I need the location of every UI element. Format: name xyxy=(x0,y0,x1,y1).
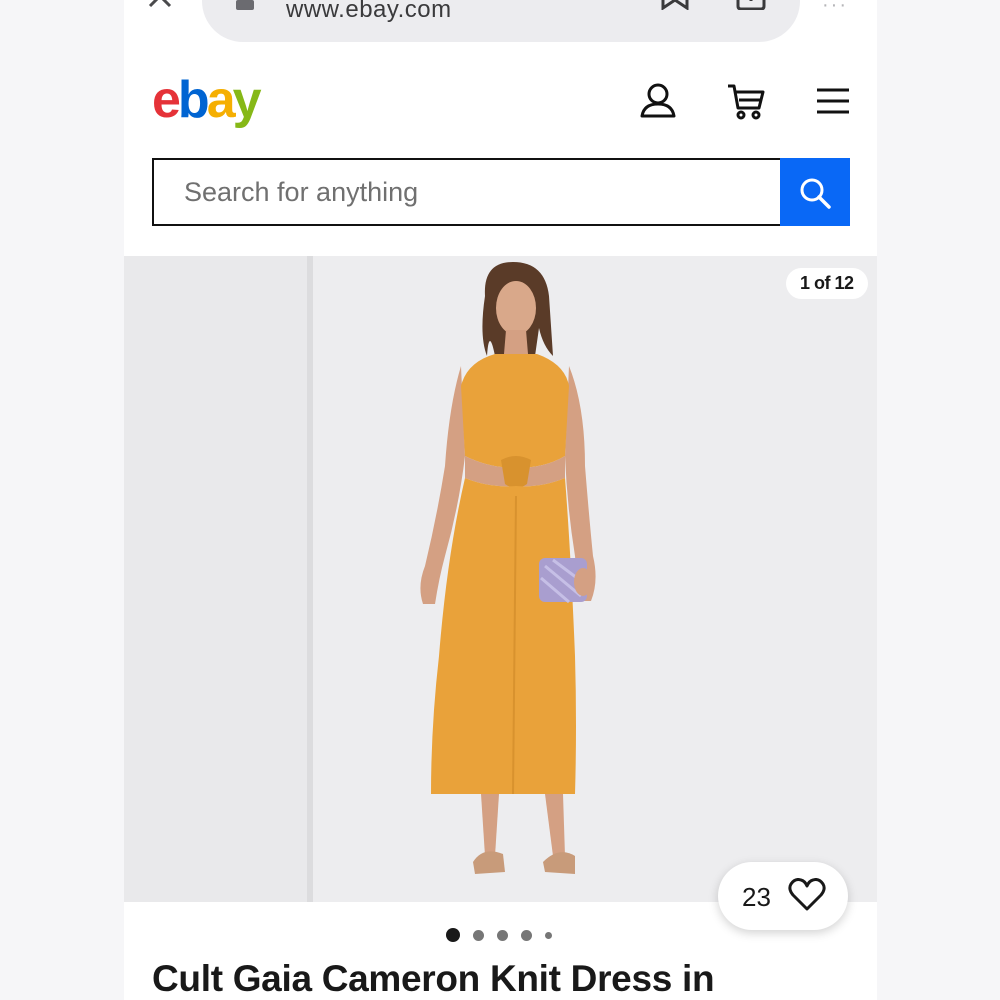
search-input[interactable] xyxy=(154,160,780,224)
background-left xyxy=(0,0,124,1000)
watch-count: 23 xyxy=(742,882,771,912)
search-button[interactable] xyxy=(780,158,850,226)
product-photo xyxy=(420,262,596,874)
image-counter-badge: 1 of 12 xyxy=(786,268,868,299)
logo-letter-a: a xyxy=(206,71,236,129)
menu-icon[interactable] xyxy=(816,88,850,114)
url-text: www.ebay.com xyxy=(286,0,452,23)
carousel-dot[interactable] xyxy=(521,929,532,941)
logo-letter-e: e xyxy=(152,71,181,129)
carousel-dot-active[interactable] xyxy=(446,928,460,942)
search-box xyxy=(152,158,780,226)
url-bar[interactable]: www.ebay.com xyxy=(202,0,800,42)
more-icon[interactable]: ··· xyxy=(822,0,848,17)
previous-image-peek[interactable] xyxy=(124,256,307,902)
mobile-page: www.ebay.com ··· ebay Search for anythin… xyxy=(124,0,877,1000)
share-icon[interactable] xyxy=(736,0,766,10)
close-icon[interactable] xyxy=(146,0,180,10)
cart-icon[interactable] xyxy=(726,82,766,122)
carousel-dot[interactable] xyxy=(473,929,484,941)
user-icon[interactable] xyxy=(640,82,676,120)
lock-icon xyxy=(236,0,254,10)
bookmark-icon[interactable] xyxy=(660,0,690,10)
logo-letter-y: y xyxy=(232,71,262,129)
listing-title: Cult Gaia Cameron Knit Dress in xyxy=(152,958,715,999)
carousel-dot[interactable] xyxy=(497,929,508,941)
heart-icon xyxy=(788,878,826,911)
main-product-image[interactable] xyxy=(313,256,877,902)
ebay-logo[interactable]: ebay xyxy=(152,70,262,130)
image-gallery[interactable] xyxy=(124,256,877,902)
background-right xyxy=(877,0,1000,1000)
watchlist-button[interactable]: 23 xyxy=(718,862,848,930)
logo-letter-b: b xyxy=(177,71,210,129)
search-icon xyxy=(800,178,831,209)
carousel-dot[interactable] xyxy=(545,931,552,939)
